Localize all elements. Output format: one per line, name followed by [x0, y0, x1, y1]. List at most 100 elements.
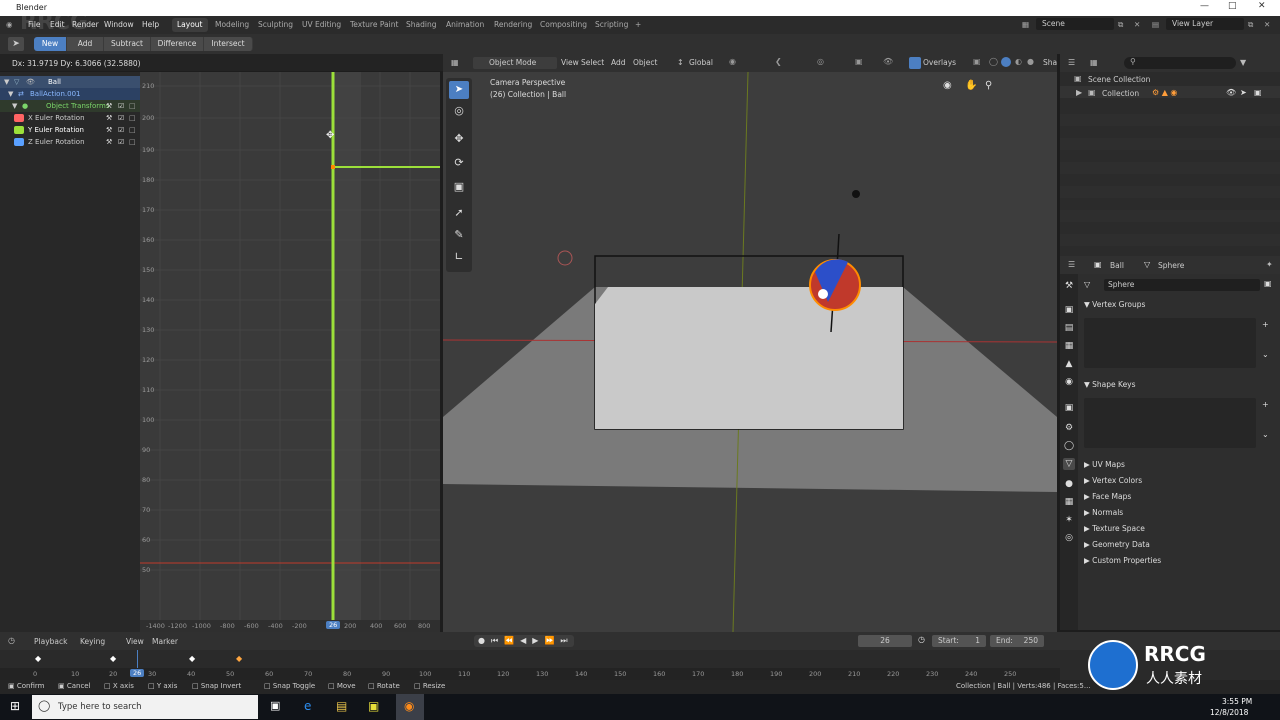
- keyframe-icon[interactable]: ◆: [110, 654, 116, 663]
- task-view-icon[interactable]: ▣: [270, 699, 280, 712]
- modifier-tab-icon[interactable]: ⚙: [1063, 422, 1075, 434]
- material-tab-icon[interactable]: ●: [1063, 478, 1075, 490]
- shape-keys-list[interactable]: [1084, 398, 1256, 448]
- remove-view-layer-icon[interactable]: ✕: [1264, 20, 1270, 29]
- outliner-editor-icon[interactable]: ☰: [1068, 58, 1075, 67]
- tab-texture-paint[interactable]: Texture Paint: [345, 18, 403, 32]
- orientation-dropdown[interactable]: Global: [689, 58, 713, 67]
- subtract-selection-button[interactable]: Subtract: [104, 37, 151, 51]
- shading-dropdown[interactable]: Sha: [1043, 58, 1057, 67]
- lock-icon[interactable]: □: [129, 136, 136, 148]
- data-tab-icon[interactable]: ▽: [1063, 458, 1075, 470]
- annotate-tool-icon[interactable]: ✎: [449, 228, 469, 246]
- pin-icon[interactable]: ✦: [1266, 260, 1273, 269]
- viewport-menu-add[interactable]: Add: [611, 58, 626, 67]
- snap-icon[interactable]: ❮: [775, 57, 782, 66]
- rotate-tool-icon[interactable]: ⟳: [449, 156, 469, 174]
- transform-tool-icon[interactable]: ➚: [449, 206, 469, 224]
- add-icon[interactable]: +: [1262, 400, 1269, 409]
- show-gizmo-icon[interactable]: ▣: [855, 57, 863, 66]
- overlays-icon[interactable]: [909, 57, 921, 69]
- constraint-tab-icon[interactable]: ◎: [1063, 532, 1075, 544]
- minimize-icon[interactable]: —: [1200, 1, 1209, 11]
- outliner-search-input[interactable]: ⚲: [1124, 57, 1236, 69]
- chevron-down-icon[interactable]: ⌄: [1262, 350, 1269, 359]
- checkbox-icon[interactable]: ☑: [118, 100, 124, 112]
- mesh-name-field[interactable]: Sphere: [1104, 279, 1260, 291]
- expand-triangle-icon[interactable]: ▼: [4, 76, 9, 88]
- blender-taskbar-item[interactable]: ◉: [396, 694, 424, 720]
- solid-shading-icon[interactable]: [1001, 57, 1011, 67]
- panel-geometry-data[interactable]: ▶ Geometry Data: [1084, 540, 1150, 549]
- wrench-icon[interactable]: ⚒: [106, 136, 112, 148]
- add-icon[interactable]: +: [1262, 320, 1269, 329]
- start-frame-field[interactable]: Start: 1: [932, 635, 986, 647]
- intersect-selection-button[interactable]: Intersect: [204, 37, 253, 51]
- render-tab-icon[interactable]: ▣: [1063, 304, 1075, 316]
- taskbar-search-box[interactable]: ◯ Type here to search: [32, 695, 258, 719]
- world-tab-icon[interactable]: ◉: [1063, 376, 1075, 388]
- selectable-icon[interactable]: ➤: [1240, 88, 1247, 97]
- pan-hand-icon[interactable]: ✋: [965, 80, 977, 91]
- channel-x-rotation[interactable]: X Euler Rotation ⚒ ☑ □: [0, 112, 140, 124]
- maximize-icon[interactable]: □: [1228, 1, 1237, 11]
- chevron-down-icon[interactable]: ⌄: [1262, 430, 1269, 439]
- keyframe-icon[interactable]: ◆: [189, 654, 195, 663]
- menu-playback[interactable]: Playback: [34, 637, 67, 646]
- camera-view-icon[interactable]: ◉: [943, 80, 952, 91]
- tab-animation[interactable]: Animation: [441, 18, 489, 32]
- channel-y-rotation[interactable]: Y Euler Rotation ⚒ ☑ □: [0, 124, 140, 136]
- proportional-edit-icon[interactable]: ◎: [817, 57, 824, 66]
- output-tab-icon[interactable]: ▤: [1063, 322, 1075, 334]
- menu-help[interactable]: Help: [142, 20, 159, 29]
- object-mode-dropdown[interactable]: Object Mode: [473, 57, 557, 69]
- measure-tool-icon[interactable]: ∟: [449, 250, 469, 268]
- graph-editor[interactable]: 210 200 190 180 170 160 150 140 130 120 …: [140, 72, 440, 632]
- menu-view[interactable]: View: [126, 637, 144, 646]
- panel-normals[interactable]: ▶ Normals: [1084, 508, 1123, 517]
- checkbox-icon[interactable]: ☑: [118, 112, 124, 124]
- edge-browser-icon[interactable]: e: [304, 699, 311, 713]
- panel-texture-space[interactable]: ▶ Texture Space: [1084, 524, 1145, 533]
- material-shading-icon[interactable]: ◐: [1015, 57, 1022, 66]
- timeline-editor-icon[interactable]: ◷: [8, 636, 15, 645]
- vertex-groups-list[interactable]: [1084, 318, 1256, 368]
- panel-uv-maps[interactable]: ▶ UV Maps: [1084, 460, 1125, 469]
- menu-marker[interactable]: Marker: [152, 637, 178, 646]
- menu-window[interactable]: Window: [104, 20, 134, 29]
- tab-scripting[interactable]: Scripting: [590, 18, 633, 32]
- playback-controls[interactable]: ●⏮⏪◀▶⏩⏭: [474, 635, 574, 647]
- overlays-dropdown[interactable]: Overlays: [923, 58, 956, 67]
- view-layer-field[interactable]: View Layer: [1166, 18, 1244, 30]
- channel-action[interactable]: ▼ ⇄ BallAction.001: [0, 88, 140, 100]
- menu-keying[interactable]: Keying: [80, 637, 105, 646]
- view-layer-tab-icon[interactable]: ▦: [1063, 340, 1075, 352]
- cursor-tool-icon[interactable]: ◎: [449, 104, 469, 122]
- end-frame-field[interactable]: End: 250: [990, 635, 1044, 647]
- tab-layout[interactable]: Layout: [172, 18, 208, 32]
- select-tool-icon[interactable]: ➤: [8, 37, 24, 51]
- new-selection-button[interactable]: New: [34, 37, 67, 51]
- file-explorer-icon[interactable]: ▤: [336, 699, 347, 713]
- tab-compositing[interactable]: Compositing: [535, 18, 592, 32]
- wireframe-shading-icon[interactable]: ◯: [989, 57, 998, 66]
- blender-logo-icon[interactable]: ◉: [6, 20, 13, 29]
- pivot-icon[interactable]: ◉: [729, 57, 736, 66]
- keyframe-selected-icon[interactable]: ◆: [236, 654, 242, 663]
- tool-tab-icon[interactable]: ⚒: [1063, 280, 1075, 292]
- expand-triangle-icon[interactable]: ▼: [8, 88, 13, 100]
- scene-field[interactable]: Scene: [1036, 18, 1114, 30]
- sticky-notes-icon[interactable]: ▣: [368, 699, 379, 713]
- current-frame-indicator[interactable]: 26: [326, 621, 341, 629]
- tab-uv-editing[interactable]: UV Editing: [297, 18, 346, 32]
- tab-rendering[interactable]: Rendering: [489, 18, 537, 32]
- eye-icon[interactable]: 👁: [26, 76, 35, 88]
- panel-vertex-groups[interactable]: ▼ Vertex Groups: [1084, 300, 1145, 309]
- select-box-tool-icon[interactable]: ➤: [449, 81, 469, 99]
- lock-icon[interactable]: □: [129, 100, 136, 112]
- render-visibility-icon[interactable]: ▣: [1254, 88, 1262, 97]
- viewport-menu-select[interactable]: Select: [581, 58, 604, 67]
- tab-shading[interactable]: Shading: [401, 18, 441, 32]
- move-tool-icon[interactable]: ✥: [449, 132, 469, 150]
- channel-z-rotation[interactable]: Z Euler Rotation ⚒ ☑ □: [0, 136, 140, 148]
